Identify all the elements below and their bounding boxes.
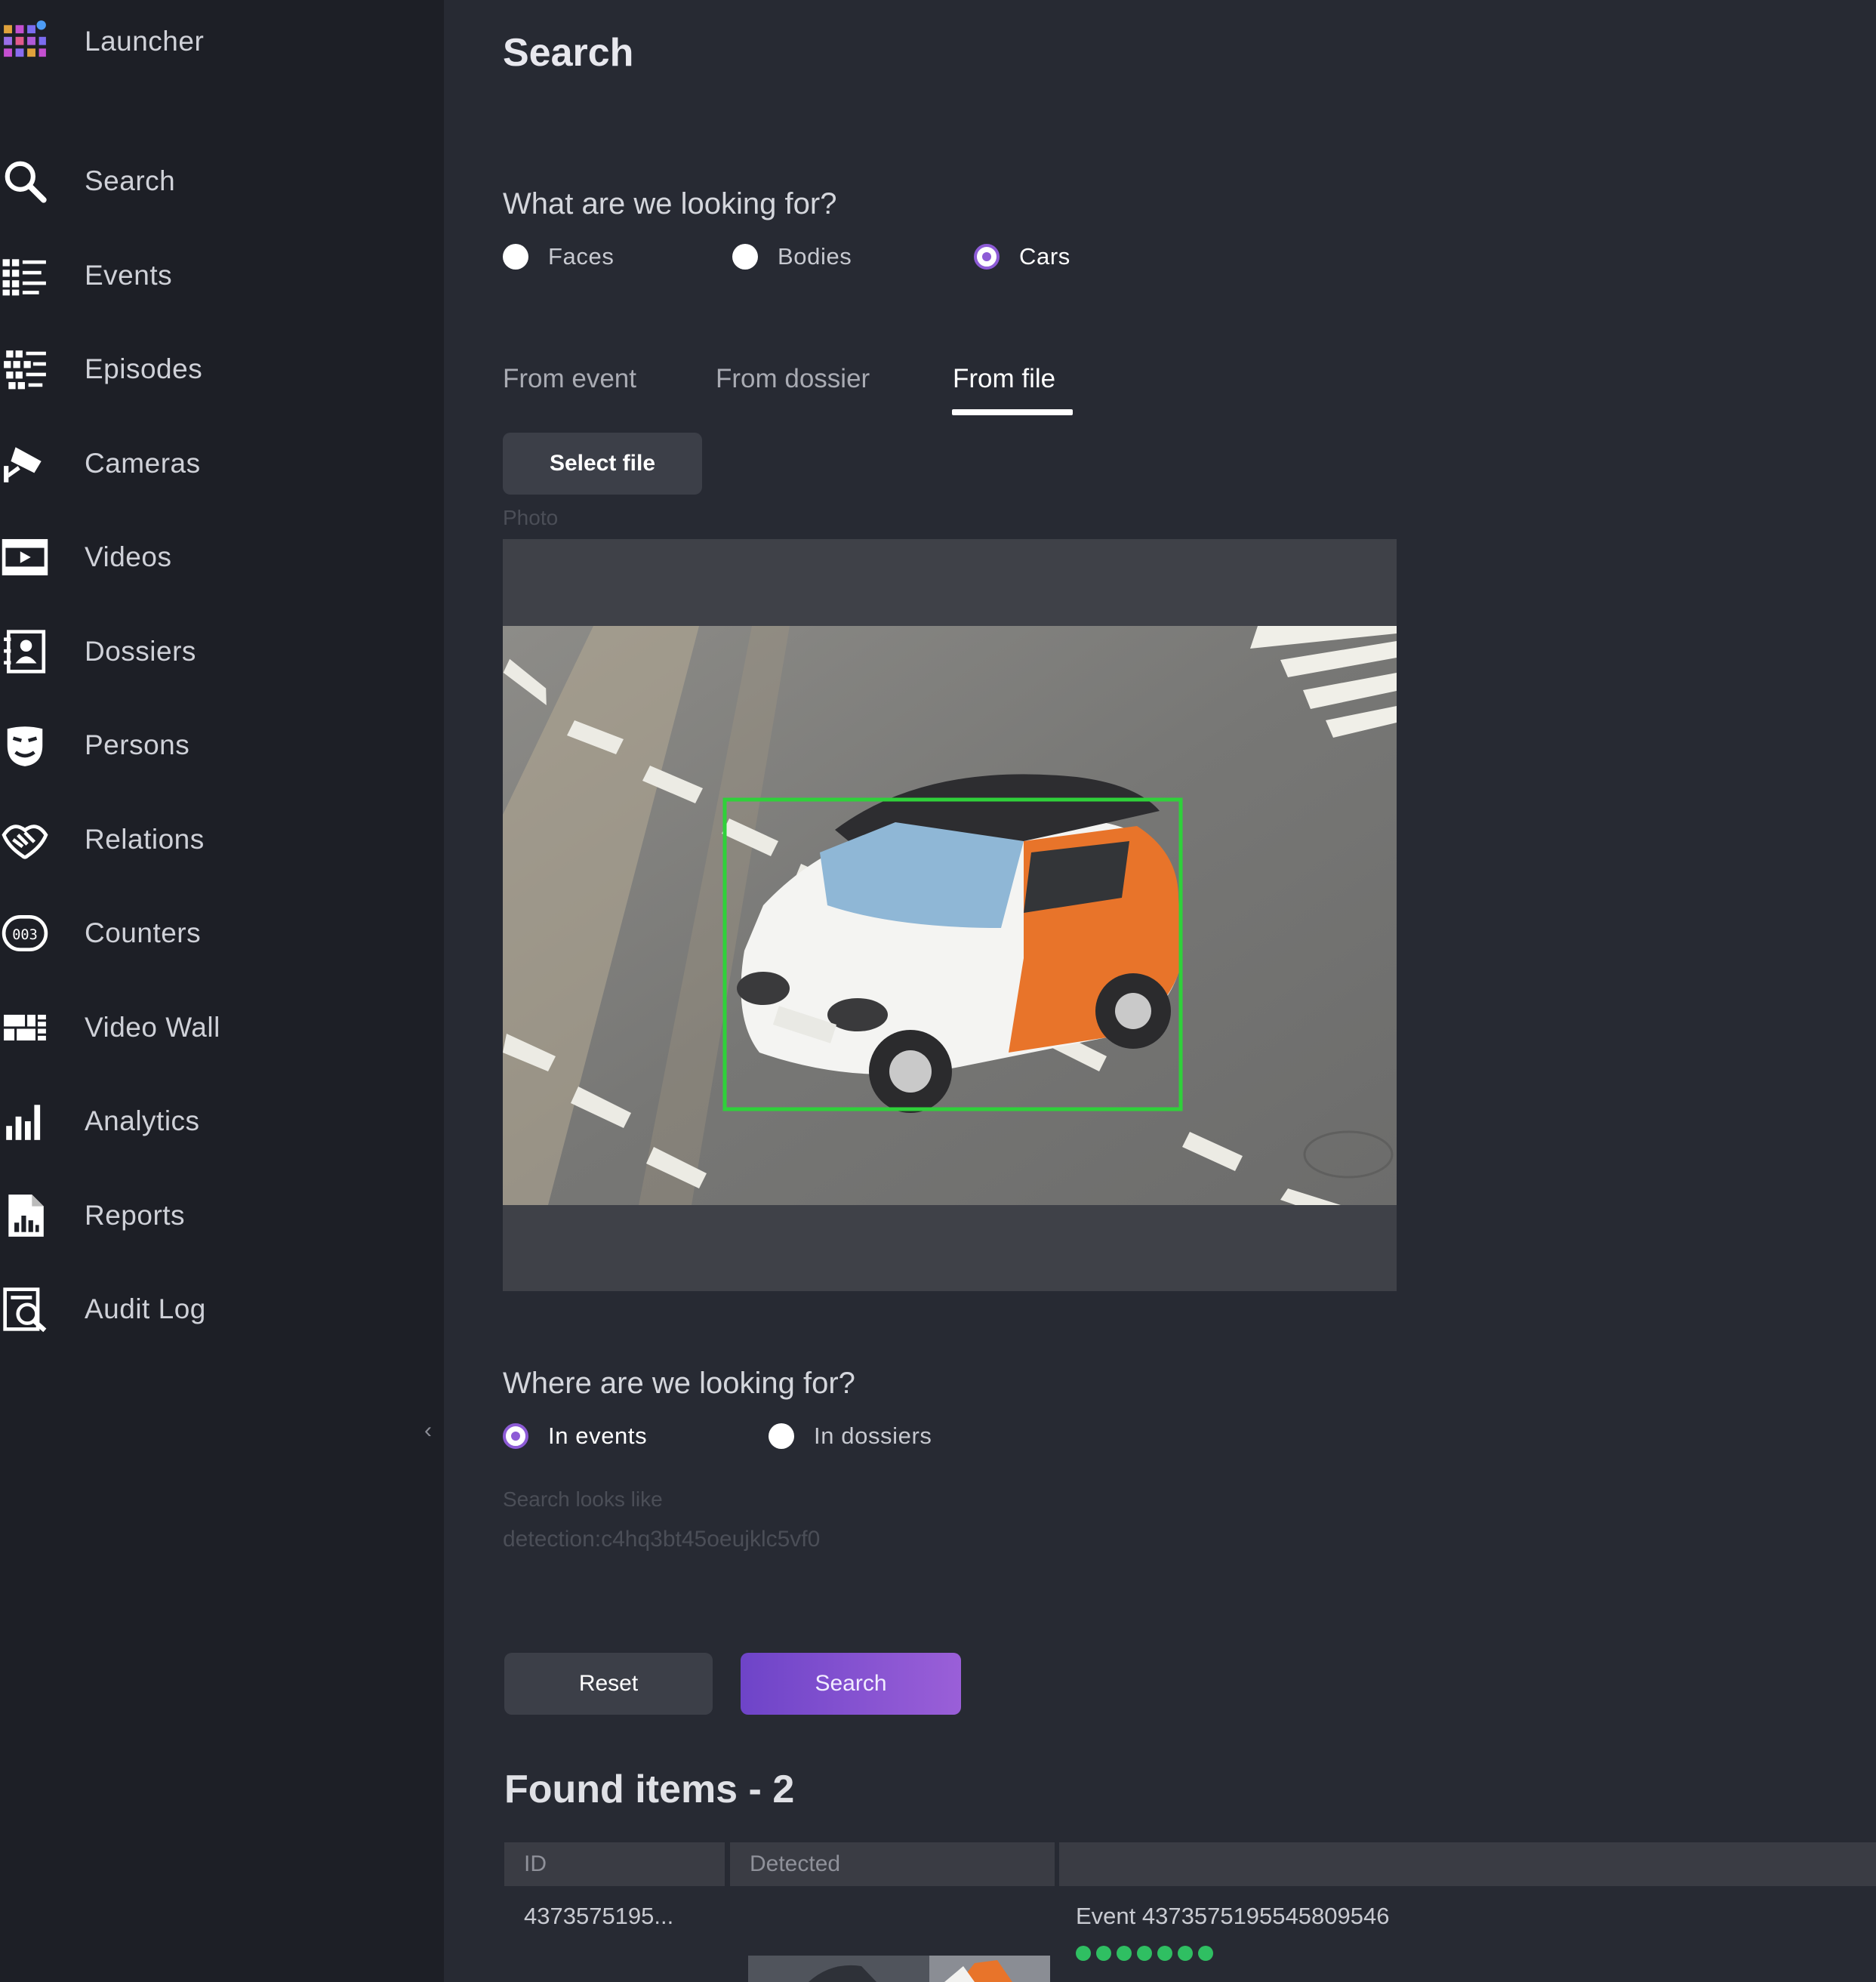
sidebar-item-label: Events — [85, 260, 173, 291]
radio-button[interactable] — [503, 244, 528, 270]
sidebar-item-search[interactable]: Search — [0, 151, 423, 211]
radio-cars[interactable]: Cars — [974, 243, 1070, 270]
sidebar-item-launcher[interactable]: Launcher — [0, 11, 423, 72]
reset-button[interactable]: Reset — [504, 1653, 713, 1715]
sidebar-item-dossiers[interactable]: Dossiers — [0, 621, 423, 682]
events-list-icon — [0, 251, 50, 301]
confidence-dot — [1096, 1946, 1111, 1961]
counter-icon: 003 — [0, 908, 50, 958]
tab-from-file[interactable]: From file — [953, 364, 1055, 394]
column-header-event — [1059, 1842, 1876, 1886]
launcher-grid-icon — [0, 17, 50, 66]
column-header-detected[interactable]: Detected — [730, 1842, 1055, 1886]
sidebar-item-label: Video Wall — [85, 1012, 220, 1043]
confidence-dot — [1198, 1946, 1213, 1961]
result-event-cell[interactable]: Event 4373575195545809546 — [1076, 1903, 1389, 1930]
radio-faces[interactable]: Faces — [503, 243, 614, 270]
sidebar-item-counters[interactable]: 003 Counters — [0, 903, 423, 963]
radio-label: In dossiers — [814, 1423, 932, 1449]
confidence-dot — [1157, 1946, 1172, 1961]
search-looks-like-value[interactable]: detection:c4hq3bt45oeujklc5vf0 — [503, 1527, 820, 1552]
tab-from-event[interactable]: From event — [503, 364, 636, 394]
confidence-dot — [1117, 1946, 1132, 1961]
radio-label: Cars — [1019, 243, 1070, 270]
radio-label: In events — [548, 1423, 648, 1449]
sidebar: Launcher Search Events Episodes Cameras — [0, 0, 444, 1982]
confidence-indicator — [1076, 1946, 1213, 1961]
sidebar-item-relations[interactable]: Relations — [0, 809, 423, 870]
report-icon — [0, 1191, 50, 1241]
mask-icon — [0, 720, 50, 770]
radio-button[interactable] — [732, 244, 758, 270]
audit-log-icon — [0, 1284, 50, 1334]
where-looking-label: Where are we looking for? — [503, 1367, 855, 1400]
sidebar-item-cameras[interactable]: Cameras — [0, 433, 423, 494]
sidebar-item-label: Relations — [85, 824, 205, 855]
looking-for-label: What are we looking for? — [503, 187, 837, 220]
handshake-icon — [0, 815, 50, 865]
search-icon — [0, 156, 50, 206]
sidebar-item-reports[interactable]: Reports — [0, 1185, 423, 1246]
sidebar-item-label: Persons — [85, 729, 190, 760]
main-content: Search What are we looking for? Faces Bo… — [444, 0, 1876, 1982]
found-items-title: Found items - 2 — [504, 1768, 795, 1811]
sidebar-item-persons[interactable]: Persons — [0, 715, 423, 775]
radio-button-selected[interactable] — [503, 1423, 528, 1449]
sidebar-item-episodes[interactable]: Episodes — [0, 339, 423, 399]
sidebar-item-video-wall[interactable]: Video Wall — [0, 997, 423, 1058]
radio-label: Bodies — [778, 243, 852, 270]
photo-preview — [503, 539, 1397, 1291]
sidebar-item-label: Analytics — [85, 1105, 200, 1136]
radio-button-selected[interactable] — [974, 244, 1000, 270]
radio-bodies[interactable]: Bodies — [732, 243, 852, 270]
page-title: Search — [503, 31, 634, 75]
bar-chart-icon — [0, 1096, 50, 1146]
result-id-cell[interactable]: 4373575195... — [524, 1903, 673, 1930]
sidebar-item-label: Audit Log — [85, 1293, 206, 1324]
sidebar-item-audit-log[interactable]: Audit Log — [0, 1279, 423, 1339]
dossier-icon — [0, 627, 50, 677]
radio-in-events[interactable]: In events — [503, 1423, 647, 1450]
film-icon — [0, 532, 50, 582]
video-wall-icon — [0, 1003, 50, 1053]
sidebar-item-label: Reports — [85, 1200, 186, 1231]
episodes-icon — [0, 344, 50, 394]
sidebar-collapse-button[interactable]: ‹ — [417, 1418, 439, 1448]
app-window: Launcher Search Events Episodes Cameras — [0, 0, 1876, 1982]
confidence-dot — [1178, 1946, 1193, 1961]
detected-thumbnail[interactable] — [748, 1956, 1050, 1982]
search-button[interactable]: Search — [741, 1653, 961, 1715]
photo-label: Photo — [503, 506, 559, 529]
active-tab-indicator — [952, 409, 1073, 415]
svg-text:003: 003 — [12, 927, 38, 943]
radio-button[interactable] — [769, 1423, 794, 1449]
sidebar-item-label: Counters — [85, 917, 202, 948]
confidence-dot — [1076, 1946, 1091, 1961]
sidebar-item-videos[interactable]: Videos — [0, 527, 423, 587]
sidebar-item-label: Dossiers — [85, 636, 196, 667]
column-header-id[interactable]: ID — [504, 1842, 725, 1886]
select-file-button[interactable]: Select file — [503, 433, 702, 495]
sidebar-item-label: Videos — [85, 541, 172, 572]
camera-icon — [0, 439, 50, 489]
sidebar-item-label: Launcher — [85, 26, 205, 57]
radio-in-dossiers[interactable]: In dossiers — [769, 1423, 932, 1450]
car-photo — [503, 626, 1397, 1205]
sidebar-item-label: Search — [85, 165, 176, 196]
sidebar-item-analytics[interactable]: Analytics — [0, 1091, 423, 1151]
sidebar-item-label: Cameras — [85, 448, 201, 479]
tab-from-dossier[interactable]: From dossier — [716, 364, 870, 394]
sidebar-item-label: Episodes — [85, 353, 203, 384]
confidence-dot — [1137, 1946, 1152, 1961]
search-looks-like-label: Search looks like — [503, 1487, 663, 1511]
sidebar-item-events[interactable]: Events — [0, 245, 423, 306]
radio-label: Faces — [548, 243, 615, 270]
